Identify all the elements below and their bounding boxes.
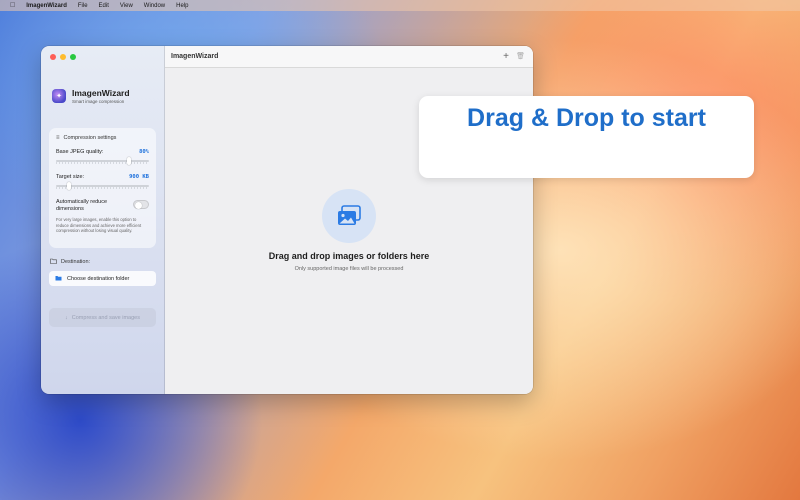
destination-header: Destination: [50, 258, 90, 266]
reduce-dimensions-toggle[interactable] [133, 200, 149, 209]
drag-drop-callout: Drag & Drop to start [419, 96, 754, 178]
brand-name: ImagenWizard [72, 88, 130, 98]
minimize-window-button[interactable] [60, 54, 66, 60]
target-size-slider-thumb[interactable] [66, 182, 71, 190]
photos-icon [322, 189, 376, 243]
menu-edit[interactable]: Edit [99, 3, 109, 9]
target-size-slider[interactable] [56, 182, 149, 190]
reduce-dimensions-note: For very large images, enable this optio… [56, 217, 142, 233]
zoom-window-button[interactable] [70, 54, 76, 60]
compression-settings-card: ≡ Compression settings Base JPEG quality… [49, 128, 156, 248]
callout-text: Drag & Drop to start [467, 104, 706, 132]
compress-save-button[interactable]: ↓ Compress and save images [49, 308, 156, 327]
menu-bar:  ImagenWizard File Edit View Window Hel… [0, 0, 800, 11]
brand-subtitle: Smart image compression [72, 99, 125, 104]
menu-file[interactable]: File [78, 3, 88, 9]
apple-menu-icon[interactable]:  [10, 2, 15, 9]
menu-view[interactable]: View [120, 3, 133, 9]
reduce-dimensions-label: Automatically reduce dimensions [56, 199, 108, 212]
add-icon[interactable]: + [503, 51, 509, 62]
menu-window[interactable]: Window [144, 3, 165, 9]
menu-app-name[interactable]: ImagenWizard [26, 3, 67, 9]
menu-help[interactable]: Help [176, 3, 188, 9]
jpeg-quality-slider-thumb[interactable] [127, 157, 132, 165]
folder-icon [55, 275, 62, 283]
target-size-label: Target size: [56, 174, 85, 180]
compress-save-label: Compress and save images [71, 314, 140, 321]
drop-zone-subtitle: Only supported image files will be proce… [294, 266, 404, 272]
drop-zone-title: Drag and drop images or folders here [268, 251, 430, 261]
target-size-value: 900 KB [129, 174, 149, 180]
window-controls [50, 54, 76, 60]
window-title: ImagenWizard [171, 53, 219, 60]
jpeg-quality-label: Base JPEG quality: [56, 149, 104, 155]
download-arrow-icon: ↓ [65, 314, 68, 321]
folder-outline-icon [50, 258, 57, 266]
choose-destination-button[interactable]: Choose destination folder [49, 271, 156, 286]
settings-heading: Compression settings [63, 135, 117, 141]
sidebar: ✦ ImagenWizard Smart image compression ≡… [41, 46, 165, 394]
trash-icon[interactable]: 🗑 [516, 52, 525, 60]
settings-list-icon: ≡ [56, 135, 60, 141]
brand: ✦ ImagenWizard Smart image compression [52, 88, 130, 104]
app-logo-icon: ✦ [52, 89, 66, 103]
choose-destination-label: Choose destination folder [67, 275, 130, 282]
jpeg-quality-slider[interactable] [56, 157, 149, 165]
jpeg-quality-value: 80% [139, 149, 149, 155]
close-window-button[interactable] [50, 54, 56, 60]
toolbar: ImagenWizard + 🗑 [165, 46, 533, 68]
destination-heading: Destination: [61, 259, 91, 265]
